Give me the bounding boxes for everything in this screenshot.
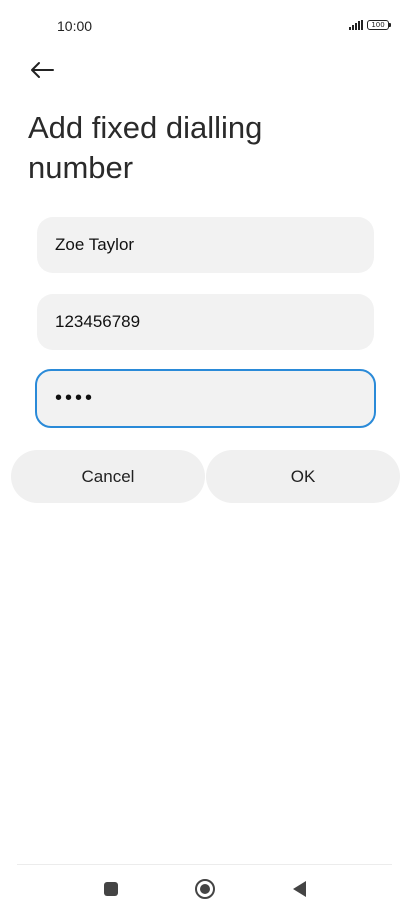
ok-button[interactable]: OK <box>206 450 400 503</box>
nav-divider <box>17 864 392 865</box>
back-button[interactable] <box>26 56 58 84</box>
navigation-bar <box>0 866 411 914</box>
recents-square-icon[interactable] <box>104 882 118 896</box>
pin2-input[interactable] <box>53 386 374 411</box>
number-field[interactable] <box>37 294 374 350</box>
back-arrow-icon <box>31 62 54 78</box>
signal-icon <box>349 20 363 30</box>
page-title: Add fixed dialling number <box>28 110 263 185</box>
status-time: 10:00 <box>57 18 93 34</box>
status-bar: 10:00 100 <box>0 0 411 52</box>
number-input[interactable] <box>53 311 374 333</box>
status-icons: 100 <box>349 20 391 30</box>
name-field[interactable] <box>37 217 374 273</box>
cancel-button[interactable]: Cancel <box>11 450 205 503</box>
name-input[interactable] <box>53 234 374 256</box>
home-icon[interactable] <box>194 878 216 900</box>
triangle-back-icon[interactable] <box>291 880 307 898</box>
pin2-field[interactable] <box>35 369 376 428</box>
battery-icon: 100 <box>367 20 391 30</box>
